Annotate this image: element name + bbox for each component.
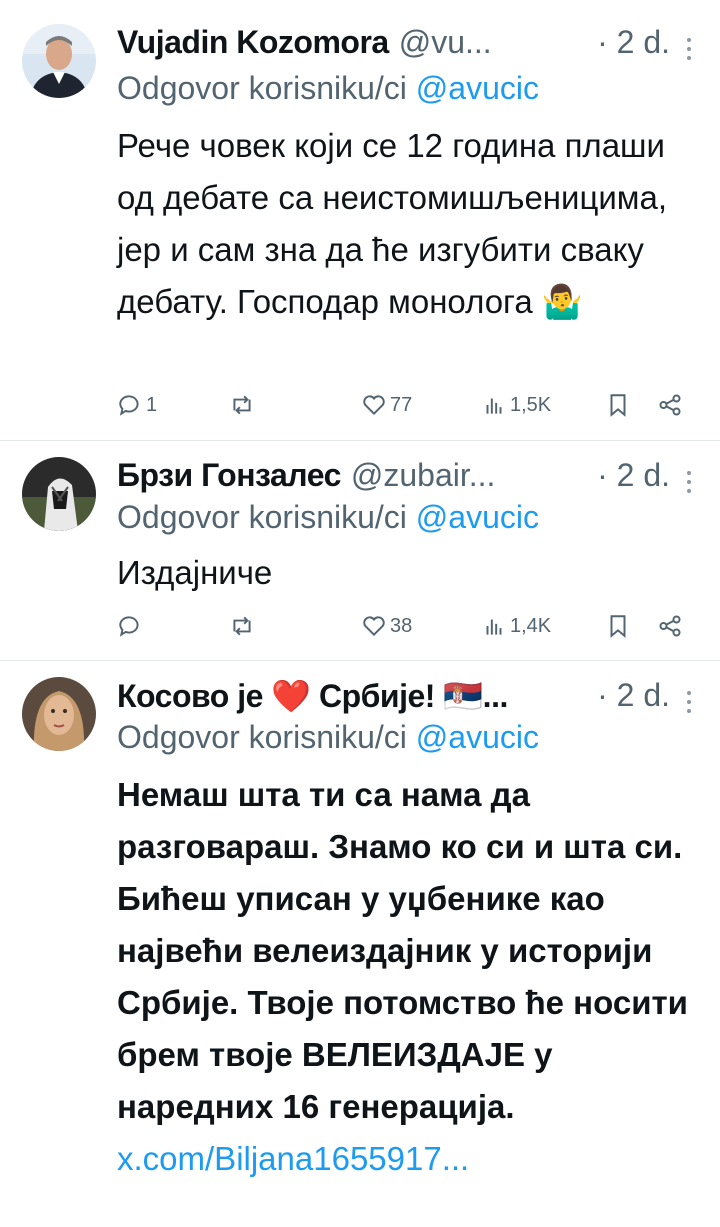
reply-prefix: Odgovor korisniku/ci xyxy=(117,70,407,106)
user-handle[interactable]: @zubair... xyxy=(351,457,496,494)
reply-icon xyxy=(119,616,139,637)
views-count: 1,5K xyxy=(510,393,552,416)
reply-button[interactable]: 1 xyxy=(117,392,157,418)
reply-context: Odgovor korisniku/ci @avucic xyxy=(117,499,539,536)
user-name[interactable]: Брзи Гонзалес xyxy=(117,457,341,494)
share-icon xyxy=(659,615,681,637)
tweet-text: Рече човек који се 12 година плаши од де… xyxy=(117,127,668,320)
reply-count: 1 xyxy=(146,393,158,416)
reply-prefix: Odgovor korisniku/ci xyxy=(117,719,407,755)
bookmark-button[interactable] xyxy=(605,613,631,639)
timestamp[interactable]: · 2 d. xyxy=(597,677,670,714)
retweet-button[interactable] xyxy=(229,392,258,418)
like-count: 77 xyxy=(390,393,413,416)
reply-context: Odgovor korisniku/ci @avucic xyxy=(117,70,539,107)
views-icon xyxy=(486,398,502,414)
like-count: 38 xyxy=(390,614,413,637)
retweet-button[interactable] xyxy=(229,613,258,639)
tweet-text: Издајниче xyxy=(117,554,273,591)
avatar[interactable] xyxy=(22,24,96,98)
tweet-text-content: Немаш шта ти са нама да разговараш. Знам… xyxy=(117,776,688,1125)
user-name[interactable]: Vujadin Kozomora xyxy=(117,24,389,61)
reply-icon xyxy=(119,395,139,416)
bookmark-button[interactable] xyxy=(605,392,631,418)
share-button[interactable] xyxy=(657,392,683,418)
bookmark-icon xyxy=(610,615,626,638)
avatar[interactable] xyxy=(22,677,96,751)
views-button[interactable]: 1,5K xyxy=(481,392,551,418)
reply-mention[interactable]: @avucic xyxy=(416,719,539,755)
timestamp[interactable]: · 2 d. xyxy=(597,24,670,61)
heart-icon xyxy=(363,395,385,416)
share-icon xyxy=(659,394,681,416)
tweet-link[interactable]: x.com/Biljana1655917... xyxy=(117,1140,469,1177)
tweet[interactable]: Vujadin Kozomora @vu... · 2 d. Odgovor k… xyxy=(0,0,720,440)
retweet-icon xyxy=(233,395,251,415)
views-icon xyxy=(486,619,502,635)
heart-icon xyxy=(363,616,385,637)
share-button[interactable] xyxy=(657,613,683,639)
views-button[interactable]: 1,4K xyxy=(481,613,551,639)
timestamp[interactable]: · 2 d. xyxy=(597,457,670,494)
like-button[interactable]: 38 xyxy=(361,613,412,639)
more-icon[interactable] xyxy=(686,38,692,65)
tweet[interactable]: Брзи Гонзалес @zubair... · 2 d. Odgovor … xyxy=(0,441,720,660)
avatar[interactable] xyxy=(22,457,96,531)
like-button[interactable]: 77 xyxy=(361,392,412,418)
more-icon[interactable] xyxy=(686,691,692,718)
views-count: 1,4K xyxy=(510,614,552,637)
bookmark-icon xyxy=(610,394,626,417)
retweet-icon xyxy=(233,616,251,636)
tweet-text: Немаш шта ти са нама да разговараш. Знам… xyxy=(117,769,707,1185)
user-name[interactable]: Косово је ❤️ Србије! 🇷🇸... xyxy=(117,677,508,715)
reply-mention[interactable]: @avucic xyxy=(416,70,539,106)
tweet[interactable]: Косово је ❤️ Србије! 🇷🇸... · 2 d. Odgovo… xyxy=(0,661,720,1227)
more-icon[interactable] xyxy=(686,471,692,498)
reply-prefix: Odgovor korisniku/ci xyxy=(117,499,407,535)
reply-context: Odgovor korisniku/ci @avucic xyxy=(117,719,539,756)
reply-button[interactable] xyxy=(117,613,146,639)
user-handle[interactable]: @vu... xyxy=(399,24,492,61)
reply-mention[interactable]: @avucic xyxy=(416,499,539,535)
